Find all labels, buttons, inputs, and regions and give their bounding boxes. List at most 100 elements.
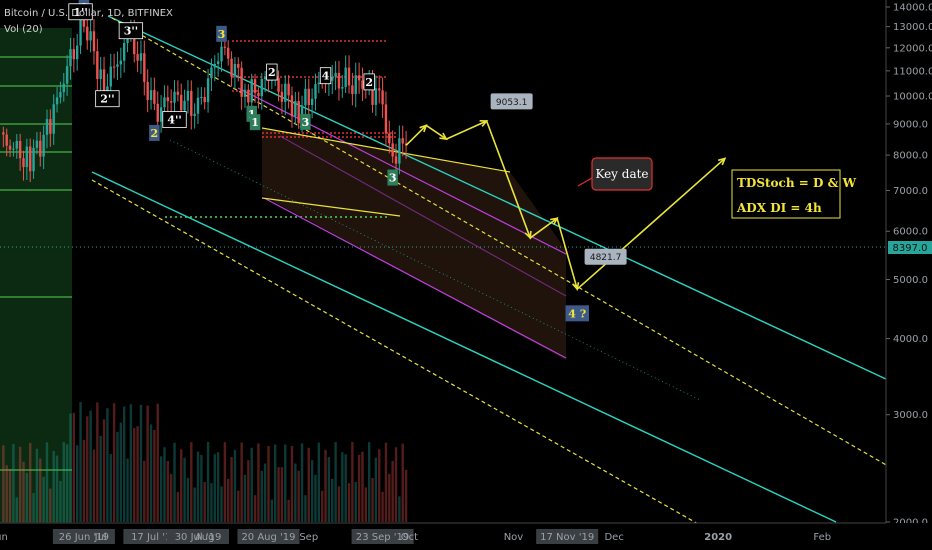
- candle-body: [69, 49, 72, 67]
- volume-bar: [280, 467, 284, 522]
- wave-label: 4'': [167, 114, 181, 127]
- volume-bar: [136, 426, 139, 522]
- candle-body: [247, 89, 250, 103]
- candle-body: [307, 88, 310, 106]
- x-tick-label: Oct: [401, 532, 418, 543]
- x-tick-label: Jul: [94, 532, 107, 543]
- y-tick-label: 5000.0: [893, 275, 928, 286]
- volume-bar: [324, 449, 327, 522]
- volume-bar: [180, 449, 183, 522]
- candle-body: [119, 60, 123, 65]
- candle-body: [280, 91, 284, 102]
- volume-bar: [327, 457, 331, 522]
- indicator-note[interactable]: TDStoch = D & W ADX DI = 4h: [731, 169, 857, 219]
- volume-bar: [287, 499, 290, 522]
- candle-body: [52, 104, 55, 134]
- candle-body: [210, 67, 213, 79]
- volume-bar: [230, 457, 233, 522]
- wave-label: 2: [365, 76, 373, 89]
- volume-bar: [86, 416, 89, 522]
- volume-bar: [300, 443, 304, 522]
- volume-bar: [139, 404, 143, 522]
- candle-body: [284, 83, 287, 102]
- candle-body: [42, 134, 45, 157]
- candle-body: [297, 101, 300, 124]
- candle-body: [216, 61, 220, 65]
- volume-bar: [15, 497, 18, 522]
- range-zone: [0, 28, 72, 523]
- x-tick-label: Jun: [0, 532, 8, 543]
- candle-body: [18, 140, 22, 159]
- candle-body: [156, 103, 159, 122]
- volume-bar: [196, 451, 200, 522]
- volume-bar: [307, 447, 310, 522]
- candle-body: [86, 26, 89, 41]
- volume-bar: [277, 467, 280, 522]
- candle-body: [166, 97, 170, 102]
- price-axis[interactable]: 14000.0 13000.0 12000.0 11000.0 10000.0 9000.…: [885, 0, 932, 550]
- candle-body: [220, 46, 223, 62]
- volume-bar: [253, 495, 257, 522]
- candle-body: [89, 31, 92, 41]
- volume-bar: [337, 486, 341, 522]
- volume-bar: [119, 422, 123, 522]
- volume-bar: [22, 461, 25, 522]
- volume-bar: [186, 477, 190, 522]
- volume-bar: [401, 443, 404, 522]
- y-tick-label: 3000.0: [893, 410, 928, 421]
- volume-bar: [166, 461, 170, 522]
- candle-body: [176, 91, 180, 95]
- volume-bar: [25, 472, 29, 522]
- candle-body: [2, 132, 5, 135]
- candle-body: [240, 67, 243, 97]
- volume-bar: [398, 496, 401, 522]
- candle-body: [169, 101, 173, 103]
- volume-bar: [357, 454, 361, 522]
- volume-bar: [220, 486, 223, 522]
- wave-label: 4: [322, 70, 330, 83]
- candle-body: [233, 63, 237, 77]
- volume-bar: [129, 404, 133, 522]
- volume-bar: [257, 443, 260, 522]
- volume-bar: [82, 439, 86, 522]
- volume-bar: [32, 493, 35, 522]
- candle-body: [203, 96, 206, 103]
- volume-bar: [304, 495, 307, 522]
- volume-bar: [317, 442, 321, 522]
- candle-body: [354, 75, 357, 95]
- price-callout: 4821.7: [590, 253, 622, 263]
- volume-bar: [320, 490, 324, 522]
- volume-bar: [146, 405, 149, 522]
- candle-body: [75, 45, 79, 60]
- volume-bar: [250, 447, 253, 522]
- y-tick-label: 4000.0: [893, 334, 928, 345]
- wave-label: 2: [268, 66, 276, 79]
- price-chart[interactable]: 11''3''2''4''2324211334 ? 9053.14821.7 K…: [0, 0, 932, 550]
- volume-bar: [361, 451, 364, 522]
- candle-body: [193, 113, 196, 116]
- volume-bar: [206, 442, 210, 522]
- volume-bar: [334, 442, 337, 522]
- candle-body: [378, 88, 381, 91]
- candle-body: [243, 89, 247, 97]
- candle-body: [190, 90, 193, 116]
- volume-bar: [39, 458, 42, 522]
- volume-bar: [96, 402, 99, 522]
- x-tick-label: 17 Nov '19: [540, 532, 594, 543]
- volume-bar: [200, 454, 203, 522]
- time-axis[interactable]: Jun26 Jun '19Jul17 Jul '1930 Jul '19Aug2…: [0, 522, 932, 550]
- volume-bar: [176, 491, 180, 522]
- candle-body: [29, 146, 32, 172]
- volume-bar: [394, 447, 398, 522]
- candle-body: [341, 87, 344, 89]
- candle-body: [398, 138, 401, 164]
- volume-bar: [156, 403, 159, 522]
- candle-body: [200, 96, 203, 98]
- volume-bar: [213, 454, 216, 522]
- wave-label: 3: [389, 172, 397, 185]
- candle-body: [159, 107, 163, 122]
- y-tick-label: 12000.0: [893, 43, 932, 54]
- volume-bar: [216, 452, 220, 522]
- x-tick-label: Feb: [813, 532, 831, 543]
- wave-label: 2: [151, 127, 159, 140]
